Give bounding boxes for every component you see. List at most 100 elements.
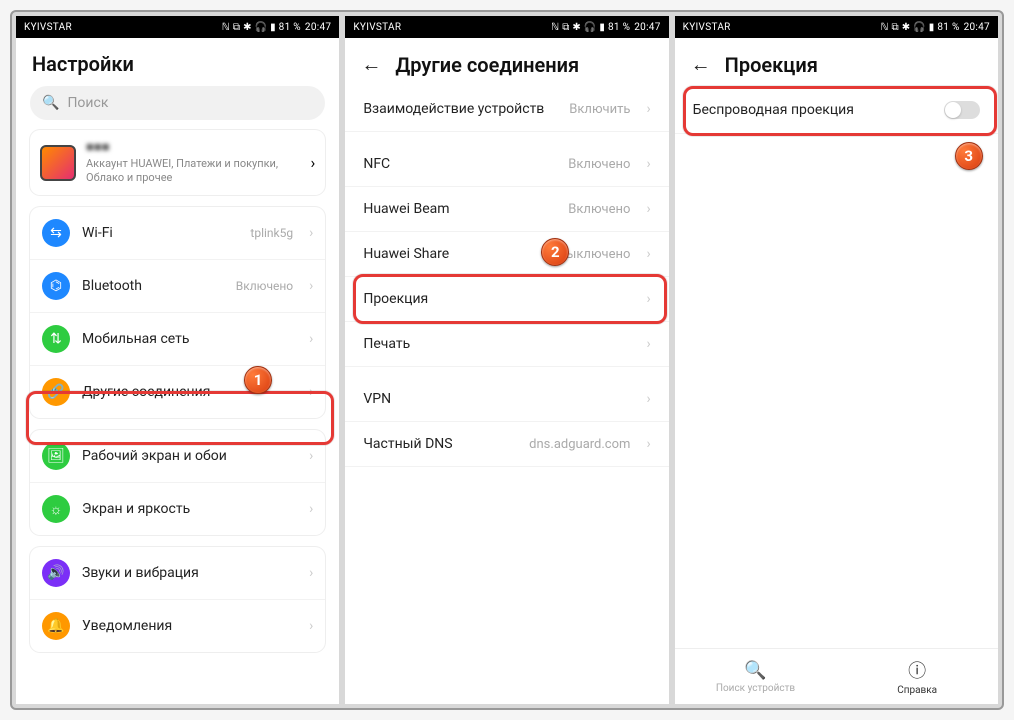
- row-value: tplink5g: [250, 226, 293, 240]
- row-label: Wi-Fi: [82, 225, 238, 241]
- page-header: ← Проекция: [675, 38, 998, 87]
- row-nfc[interactable]: NFC Включено ›: [345, 142, 668, 187]
- row-label: Huawei Beam: [363, 201, 556, 217]
- row-mobile-network[interactable]: ⇅ Мобильная сеть ›: [30, 313, 325, 366]
- wallpaper-icon: 🖼: [42, 442, 70, 470]
- row-label: Экран и яркость: [82, 501, 293, 517]
- chevron-right-icon: ›: [309, 278, 313, 294]
- row-label: Взаимодействие устройств: [363, 101, 557, 117]
- chevron-right-icon: ›: [309, 384, 313, 400]
- search-icon: 🔍: [744, 660, 766, 681]
- status-time: 20:47: [634, 22, 660, 33]
- link-icon: 🔗: [42, 378, 70, 406]
- chevron-right-icon: ›: [311, 153, 316, 172]
- bell-icon: 🔔: [42, 612, 70, 640]
- row-value: Включено: [568, 157, 630, 172]
- row-label: Проекция: [363, 291, 630, 307]
- phone-screen-projection: KYIVSTAR ℕ ⧉ ✱ 🎧 ▮ 81 % 20:47 ← Проекция…: [675, 16, 998, 704]
- chevron-right-icon: ›: [646, 291, 650, 307]
- brightness-icon: ☼: [42, 495, 70, 523]
- avatar: [40, 145, 76, 181]
- row-value: Включено: [236, 279, 293, 293]
- row-label: Мобильная сеть: [82, 331, 293, 347]
- step-badge-3: 3: [955, 142, 983, 170]
- wireless-projection-toggle[interactable]: [944, 101, 980, 119]
- status-bar: KYIVSTAR ℕ ⧉ ✱ 🎧 ▮ 81 % 20:47: [675, 16, 998, 38]
- chevron-right-icon: ›: [646, 201, 650, 217]
- page-title: Проекция: [725, 53, 818, 77]
- chevron-right-icon: ›: [646, 336, 650, 352]
- mobile-network-icon: ⇅: [42, 325, 70, 353]
- chevron-right-icon: ›: [646, 436, 650, 452]
- back-arrow-icon[interactable]: ←: [361, 52, 381, 77]
- row-private-dns[interactable]: Частный DNS dns.adguard.com ›: [345, 422, 668, 467]
- status-indicators: ℕ ⧉ ✱ 🎧 ▮ 81 %: [880, 22, 959, 33]
- chevron-right-icon: ›: [646, 156, 650, 172]
- row-wifi[interactable]: ⇆ Wi-Fi tplink5g ›: [30, 207, 325, 260]
- status-indicators: ℕ ⧉ ✱ 🎧 ▮ 81 %: [551, 22, 630, 33]
- row-label: NFC: [363, 156, 556, 172]
- account-row[interactable]: ■■■ Аккаунт HUAWEI, Платежи и покупки, О…: [30, 130, 325, 195]
- chevron-right-icon: ›: [309, 565, 313, 581]
- back-arrow-icon[interactable]: ←: [691, 52, 711, 77]
- row-label: Huawei Share: [363, 246, 546, 262]
- row-brightness[interactable]: ☼ Экран и яркость ›: [30, 483, 325, 535]
- status-time: 20:47: [964, 22, 990, 33]
- settings-group-network: ⇆ Wi-Fi tplink5g › ⌬ Bluetooth Включено …: [30, 207, 325, 418]
- status-bar: KYIVSTAR ℕ ⧉ ✱ 🎧 ▮ 81 % 20:47: [16, 16, 339, 38]
- row-value: Выключено: [558, 247, 630, 262]
- row-notifications[interactable]: 🔔 Уведомления ›: [30, 600, 325, 652]
- row-vpn[interactable]: VPN ›: [345, 377, 668, 422]
- status-time: 20:47: [305, 22, 331, 33]
- chevron-right-icon: ›: [646, 246, 650, 262]
- search-placeholder: Поиск: [67, 95, 108, 111]
- tab-label: Справка: [897, 685, 937, 696]
- step-badge-1: 1: [244, 366, 272, 394]
- chevron-right-icon: ›: [646, 101, 650, 117]
- wifi-icon: ⇆: [42, 219, 70, 247]
- phone-screen-settings: KYIVSTAR ℕ ⧉ ✱ 🎧 ▮ 81 % 20:47 Настройки …: [16, 16, 339, 704]
- row-huawei-share[interactable]: Huawei Share Выключено ›: [345, 232, 668, 277]
- row-wireless-projection[interactable]: Беспроводная проекция: [675, 87, 998, 134]
- row-device-interaction[interactable]: Взаимодействие устройств Включить ›: [345, 87, 668, 132]
- chevron-right-icon: ›: [646, 391, 650, 407]
- row-label: Звуки и вибрация: [82, 565, 293, 581]
- tab-search-devices[interactable]: 🔍 Поиск устройств: [675, 649, 837, 704]
- row-label: Рабочий экран и обои: [82, 448, 293, 464]
- page-title: Другие соединения: [395, 53, 579, 77]
- sound-icon: 🔊: [42, 559, 70, 587]
- chevron-right-icon: ›: [309, 448, 313, 464]
- bottom-tabs: 🔍 Поиск устройств ⓘ Справка: [675, 648, 998, 704]
- row-projection[interactable]: Проекция ›: [345, 277, 668, 322]
- status-indicators: ℕ ⧉ ✱ 🎧 ▮ 81 %: [222, 22, 301, 33]
- account-name: ■■■: [86, 140, 301, 157]
- tab-label: Поиск устройств: [716, 683, 795, 694]
- row-label: Частный DNS: [363, 436, 517, 452]
- search-input[interactable]: 🔍 Поиск: [30, 86, 325, 120]
- row-value: Включить: [569, 102, 630, 117]
- row-value: Включено: [568, 202, 630, 217]
- row-sound[interactable]: 🔊 Звуки и вибрация ›: [30, 547, 325, 600]
- row-label: Беспроводная проекция: [693, 102, 932, 118]
- chevron-right-icon: ›: [309, 331, 313, 347]
- page-header: Настройки: [16, 38, 339, 86]
- chevron-right-icon: ›: [309, 618, 313, 634]
- row-wallpaper[interactable]: 🖼 Рабочий экран и обои ›: [30, 430, 325, 483]
- row-label: Bluetooth: [82, 278, 224, 294]
- chevron-right-icon: ›: [309, 225, 313, 241]
- row-other-connections[interactable]: 🔗 Другие соединения ›: [30, 366, 325, 418]
- info-icon: ⓘ: [908, 657, 926, 683]
- carrier-label: KYIVSTAR: [24, 22, 72, 33]
- settings-group-sound: 🔊 Звуки и вибрация › 🔔 Уведомления ›: [30, 547, 325, 652]
- carrier-label: KYIVSTAR: [683, 22, 731, 33]
- tab-help[interactable]: ⓘ Справка: [836, 649, 998, 704]
- row-label: Уведомления: [82, 618, 293, 634]
- row-huawei-beam[interactable]: Huawei Beam Включено ›: [345, 187, 668, 232]
- bluetooth-icon: ⌬: [42, 272, 70, 300]
- chevron-right-icon: ›: [309, 501, 313, 517]
- status-bar: KYIVSTAR ℕ ⧉ ✱ 🎧 ▮ 81 % 20:47: [345, 16, 668, 38]
- phone-screen-connections: KYIVSTAR ℕ ⧉ ✱ 🎧 ▮ 81 % 20:47 ← Другие с…: [345, 16, 668, 704]
- row-print[interactable]: Печать ›: [345, 322, 668, 367]
- row-label: Печать: [363, 336, 630, 352]
- row-bluetooth[interactable]: ⌬ Bluetooth Включено ›: [30, 260, 325, 313]
